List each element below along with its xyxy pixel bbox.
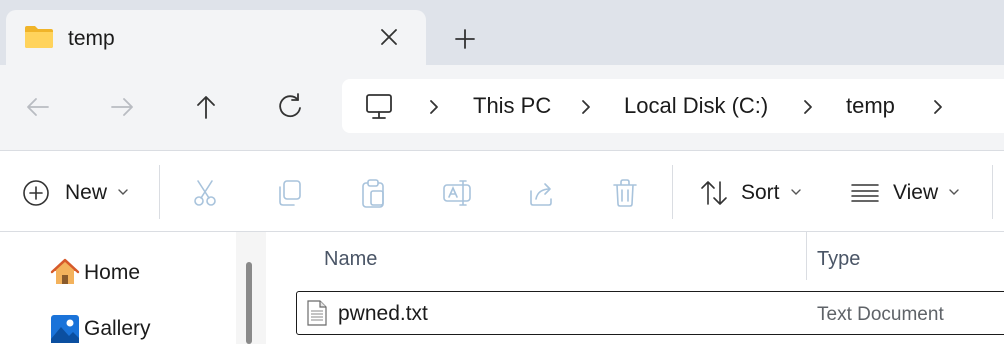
new-tab-plus-icon[interactable]	[452, 26, 478, 52]
sidebar-item-label: Gallery	[84, 317, 151, 340]
chevron-right-icon[interactable]	[576, 96, 596, 118]
new-button[interactable]: New	[18, 151, 138, 231]
file-name: pwned.txt	[338, 302, 428, 325]
sort-button[interactable]: Sort	[698, 151, 810, 231]
tab-bar: temp	[0, 0, 1004, 65]
view-label: View	[893, 181, 939, 204]
sort-label: Sort	[741, 181, 780, 204]
navigation-pane: Home Gallery	[0, 232, 236, 344]
navigation-bar: This PC Local Disk (C:) temp	[0, 65, 1004, 151]
command-toolbar: New Sort View	[0, 151, 1004, 232]
sidebar-scrollbar[interactable]	[246, 262, 252, 344]
address-bar[interactable]: This PC Local Disk (C:) temp	[342, 79, 1004, 133]
column-header-type[interactable]: Type	[817, 248, 860, 271]
sidebar-item-label: Home	[84, 261, 141, 284]
tab-title: temp	[68, 27, 115, 50]
close-icon[interactable]	[378, 26, 400, 48]
chevron-right-icon[interactable]	[798, 96, 818, 118]
copy-icon[interactable]	[274, 177, 304, 209]
share-icon[interactable]	[526, 177, 556, 209]
toolbar-divider	[159, 165, 160, 219]
text-file-icon	[307, 300, 327, 326]
breadcrumb-temp[interactable]: temp	[846, 93, 895, 119]
tab-temp[interactable]: temp	[6, 10, 426, 65]
back-arrow-icon[interactable]	[22, 91, 54, 123]
cut-icon[interactable]	[190, 177, 220, 209]
up-arrow-icon[interactable]	[190, 91, 222, 123]
sidebar-item-home[interactable]: Home	[48, 256, 208, 290]
chevron-down-icon	[791, 189, 801, 195]
plus-circle-icon	[23, 180, 49, 206]
view-list-icon	[851, 184, 879, 202]
chevron-down-icon	[949, 189, 959, 195]
delete-icon[interactable]	[610, 177, 640, 209]
toolbar-divider	[672, 165, 673, 219]
breadcrumb-local-disk[interactable]: Local Disk (C:)	[624, 93, 768, 119]
forward-arrow-icon[interactable]	[106, 91, 138, 123]
new-label: New	[65, 181, 108, 204]
breadcrumb-this-pc[interactable]: This PC	[473, 93, 551, 119]
gallery-icon	[51, 315, 79, 343]
file-type: Text Document	[817, 304, 944, 325]
this-pc-icon[interactable]	[364, 92, 394, 122]
view-button[interactable]: View	[850, 151, 964, 231]
file-row[interactable]: pwned.txt Text Document	[296, 291, 1004, 335]
refresh-icon[interactable]	[274, 91, 306, 123]
chevron-down-icon	[118, 189, 128, 195]
folder-icon	[25, 26, 53, 48]
paste-icon[interactable]	[358, 177, 388, 209]
column-header-name[interactable]: Name	[324, 248, 377, 271]
chevron-right-icon[interactable]	[928, 96, 948, 118]
chevron-right-icon[interactable]	[424, 96, 444, 118]
sort-arrows-icon	[701, 181, 727, 205]
home-icon	[50, 258, 80, 284]
toolbar-divider	[992, 165, 993, 219]
rename-icon[interactable]	[442, 177, 472, 209]
sidebar-item-gallery[interactable]: Gallery	[48, 312, 208, 346]
column-divider[interactable]	[806, 232, 807, 280]
